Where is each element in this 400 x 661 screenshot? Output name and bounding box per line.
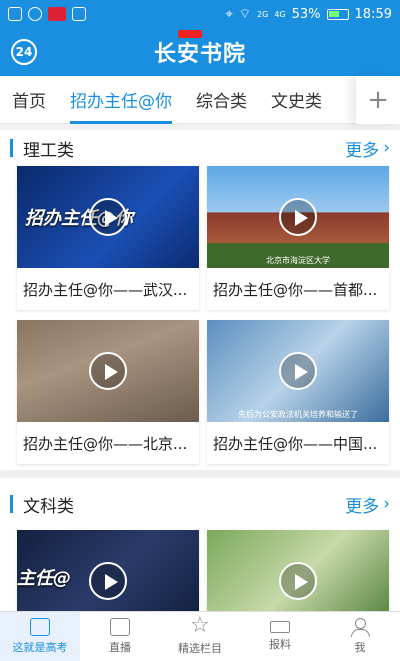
network-2g: 2G	[257, 9, 269, 19]
more-link[interactable]: 更多 ›	[345, 492, 390, 517]
play-icon[interactable]	[89, 352, 127, 390]
nav-label: 这就是高考	[12, 641, 68, 654]
book-icon	[30, 618, 50, 636]
video-card[interactable]: 招办主任@你 招办主任@你——武汉...	[17, 166, 199, 310]
section-science: 理工类 更多 › 招办主任@你 招办主任@你——武汉... 北京市海淀区大学 招办…	[0, 130, 400, 470]
battery-percent: 53%	[291, 6, 321, 22]
clock: 18:59	[354, 6, 392, 22]
section-accent-bar	[10, 495, 13, 513]
more-label: 更多	[345, 496, 380, 517]
play-icon[interactable]	[279, 562, 317, 600]
nav-label: 报料	[269, 638, 291, 651]
more-link[interactable]: 更多 ›	[345, 136, 390, 161]
video-card[interactable]: 招办主任@你——北京...	[17, 320, 199, 464]
app-logo-text: 长安书院	[153, 41, 246, 67]
video-card[interactable]: 北京市海淀区大学 招办主任@你——首都...	[207, 166, 389, 310]
app-notification-icon	[8, 7, 22, 21]
chevron-right-icon: ›	[383, 494, 390, 514]
video-thumbnail: 招办主任@你	[17, 166, 199, 268]
megaphone-icon	[270, 621, 290, 633]
play-icon[interactable]	[279, 352, 317, 390]
thumbnail-subtitle: 先后为公安政法机关培养和输送了	[238, 410, 358, 419]
add-tab-button[interactable]: +	[356, 76, 400, 124]
more-label: 更多	[345, 140, 380, 161]
thumbnail-subtitle: 北京市海淀区大学	[266, 256, 330, 265]
video-thumbnail: 北京市海淀区大学	[207, 166, 389, 268]
play-icon[interactable]	[89, 198, 127, 236]
location-icon: ⌖	[225, 6, 233, 22]
video-thumbnail	[17, 320, 199, 422]
network-4g: 4G	[274, 9, 286, 19]
section-title: 文科类	[23, 496, 74, 517]
app-logo: 长安书院	[153, 30, 246, 68]
section-liberal-arts: 文科类 更多 › 主任@	[0, 478, 400, 611]
nav-me[interactable]: 我	[320, 612, 400, 661]
chevron-right-icon: ›	[383, 138, 390, 158]
tab-humanities[interactable]: 文史类	[259, 76, 334, 124]
nav-featured[interactable]: 精选栏目	[160, 612, 240, 661]
tab-home[interactable]: 首页	[0, 76, 58, 124]
battery-icon	[326, 8, 349, 20]
nav-label: 直播	[109, 641, 131, 654]
play-icon[interactable]	[89, 562, 127, 600]
category-tabs: 首页 招办主任@你 综合类 文史类 +	[0, 76, 400, 124]
video-card[interactable]: 主任@	[17, 530, 199, 611]
tab-comprehensive[interactable]: 综合类	[184, 76, 259, 124]
person-icon	[350, 618, 370, 637]
video-thumbnail: 主任@	[17, 530, 199, 611]
video-caption: 招办主任@你——北京...	[23, 434, 188, 453]
section-header: 理工类 更多 ›	[0, 130, 400, 166]
video-thumbnail: 先后为公安政法机关培养和输送了	[207, 320, 389, 422]
nav-report[interactable]: 报料	[240, 612, 320, 661]
tv-icon	[110, 618, 130, 636]
nav-label: 我	[354, 641, 366, 654]
section-title: 理工类	[23, 140, 74, 161]
nav-label: 精选栏目	[178, 642, 222, 655]
camera-notification-icon	[72, 7, 86, 21]
badge-24-icon[interactable]: 24	[11, 39, 37, 65]
section-header: 文科类 更多 ›	[0, 478, 400, 530]
logo-red-mark	[177, 30, 202, 38]
bottom-nav: 这就是高考 直播 精选栏目 报料 我	[0, 611, 400, 661]
nav-gaokao[interactable]: 这就是高考	[0, 612, 80, 661]
video-caption: 招办主任@你——首都...	[213, 280, 378, 299]
status-bar: ⌖ ⌔ 2G 4G 53% 18:59	[0, 0, 400, 28]
nav-live[interactable]: 直播	[80, 612, 160, 661]
notification-icon	[28, 7, 42, 21]
video-card[interactable]	[207, 530, 389, 611]
video-thumbnail	[207, 530, 389, 611]
section-accent-bar	[10, 139, 13, 157]
star-icon	[190, 613, 210, 638]
tab-admissions-director[interactable]: 招办主任@你	[58, 76, 184, 124]
play-icon[interactable]	[279, 198, 317, 236]
news-notification-icon	[48, 7, 66, 21]
thumbnail-overlay-text: 主任@	[17, 568, 71, 589]
app-header: 24 长安书院	[0, 28, 400, 76]
video-caption: 招办主任@你——中国...	[213, 434, 378, 453]
wifi-icon: ⌔	[238, 7, 252, 22]
video-caption: 招办主任@你——武汉...	[23, 280, 188, 299]
video-card[interactable]: 先后为公安政法机关培养和输送了 招办主任@你——中国...	[207, 320, 389, 464]
